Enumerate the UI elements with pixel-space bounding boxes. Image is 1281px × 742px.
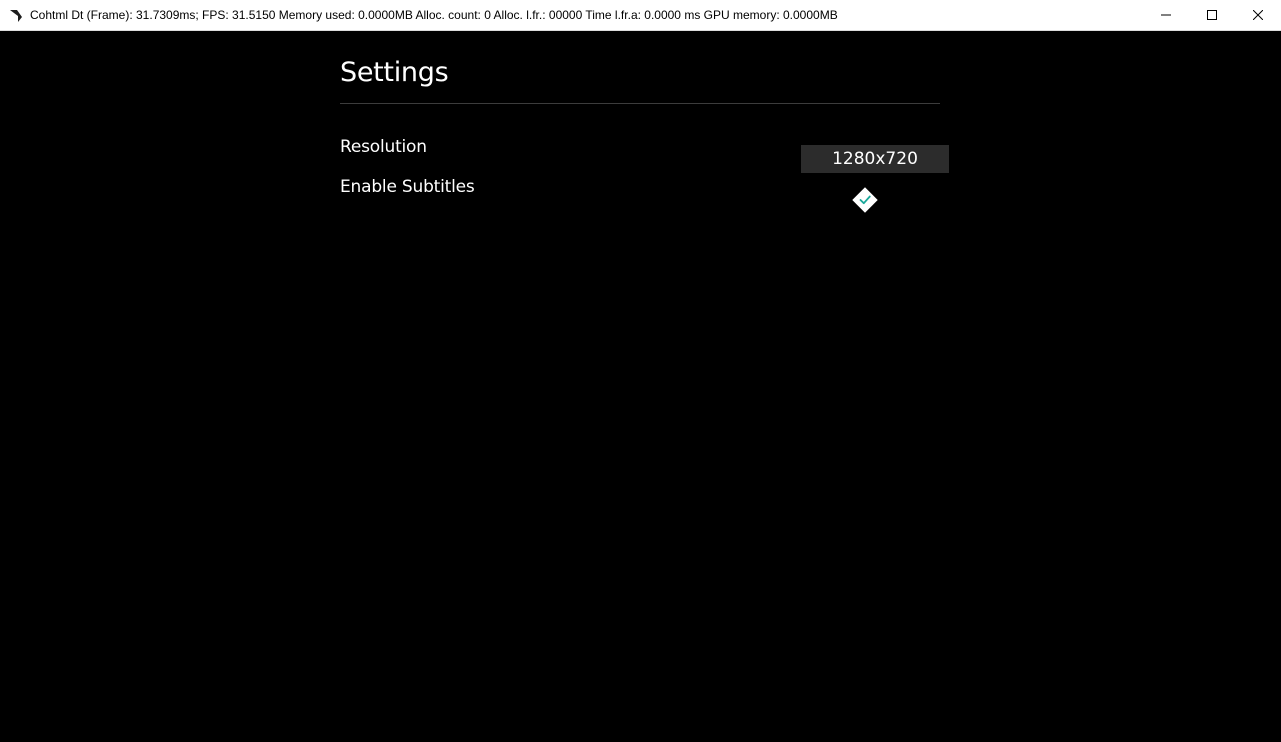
close-icon — [1253, 10, 1263, 20]
title-bar[interactable]: Cohtml Dt (Frame): 31.7309ms; FPS: 31.51… — [0, 0, 1281, 31]
minimize-icon — [1161, 10, 1171, 20]
checkmark-icon — [851, 187, 879, 218]
close-button[interactable] — [1235, 0, 1281, 30]
app-logo-icon — [8, 7, 24, 23]
resolution-dropdown[interactable]: 1280x720 — [801, 145, 949, 173]
page-title: Settings — [340, 57, 449, 88]
minimize-button[interactable] — [1143, 0, 1189, 30]
title-divider — [340, 103, 940, 104]
app-window: Cohtml Dt (Frame): 31.7309ms; FPS: 31.51… — [0, 0, 1281, 742]
maximize-icon — [1207, 10, 1217, 20]
subtitles-label: Enable Subtitles — [340, 177, 475, 197]
maximize-button[interactable] — [1189, 0, 1235, 30]
subtitles-checkbox[interactable] — [851, 186, 879, 214]
window-title: Cohtml Dt (Frame): 31.7309ms; FPS: 31.51… — [30, 8, 838, 22]
resolution-label: Resolution — [340, 137, 427, 157]
